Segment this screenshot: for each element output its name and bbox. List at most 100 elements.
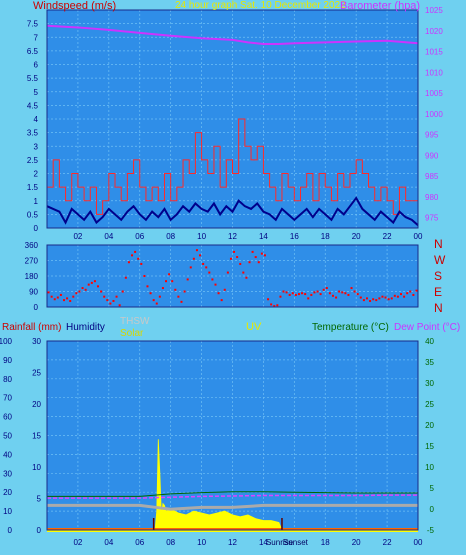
wind-x-tick-label: 08 (166, 232, 175, 241)
direction-point (165, 280, 168, 283)
direction-point (310, 293, 313, 296)
humidity-y-tick-label: 25 (32, 369, 41, 378)
direction-point (69, 299, 72, 302)
direction-y-tick-label: 0 (34, 303, 39, 312)
wind-y-tick-label: 7.5 (27, 20, 39, 29)
rain-y-tick-label: 40 (3, 450, 12, 459)
direction-point (47, 291, 50, 294)
direction-point (257, 261, 260, 264)
wind-x-tick-label: 06 (135, 232, 144, 241)
direction-point (202, 262, 205, 265)
direction-point (322, 288, 325, 291)
wind-y-tick-label: 0.5 (27, 210, 39, 219)
lower-x-tick-label: 02 (73, 538, 82, 547)
direction-point (106, 299, 109, 302)
baro-y-tick-label: 985 (425, 172, 439, 181)
direction-point (325, 287, 328, 290)
wind-x-tick-label: 04 (104, 232, 113, 241)
direction-point (248, 261, 251, 264)
direction-point (393, 294, 396, 297)
baro-y-tick-label: 980 (425, 193, 439, 202)
direction-point (208, 271, 211, 274)
temp-y-tick-label: 25 (425, 400, 434, 409)
direction-point (236, 256, 239, 259)
direction-point (372, 298, 375, 301)
direction-point (180, 300, 183, 303)
compass-e: E (434, 285, 442, 299)
direction-point (396, 295, 399, 298)
direction-point (313, 291, 316, 294)
direction-point (223, 288, 226, 291)
direction-point (359, 296, 362, 299)
direction-point (226, 271, 229, 274)
direction-point (152, 299, 155, 302)
wind-y-tick-label: 7 (34, 33, 39, 42)
temp-y-tick-label: 35 (425, 358, 434, 367)
wind-x-tick-label: 14 (259, 232, 268, 241)
wind-y-tick-label: 6.5 (27, 47, 39, 56)
rain-y-tick-label: 70 (3, 394, 12, 403)
thsw-label: THSW (120, 316, 150, 327)
weather-graph: Windspeed (m/s) 24 hour graph Sat. 10 De… (0, 0, 466, 555)
temp-y-tick-label: 10 (425, 463, 434, 472)
direction-point (242, 271, 245, 274)
baro-y-tick-label: 995 (425, 131, 439, 140)
wind-y-tick-label: 5 (34, 88, 39, 97)
direction-point (186, 278, 189, 281)
direction-point (378, 297, 381, 300)
graph-title: 24 hour graph Sat. 10 December 2022 (175, 0, 346, 11)
rain-y-tick-label: 20 (3, 488, 12, 497)
direction-point (291, 292, 294, 295)
direction-point (72, 295, 75, 298)
direction-point (344, 292, 347, 295)
direction-point (84, 288, 87, 291)
wind-y-tick-label: 5.5 (27, 74, 39, 83)
rain-y-tick-label: 0 (8, 526, 13, 535)
baro-y-tick-label: 1000 (425, 110, 443, 119)
rain-y-tick-label: 30 (3, 469, 12, 478)
direction-point (205, 266, 208, 269)
direction-point (350, 287, 353, 290)
direction-point (158, 295, 161, 298)
direction-point (214, 283, 217, 286)
lower-x-tick-label: 00 (414, 538, 423, 547)
direction-point (304, 293, 307, 296)
direction-point (384, 296, 387, 299)
direction-point (103, 295, 106, 298)
direction-point (316, 290, 319, 293)
direction-point (331, 294, 334, 297)
wind-y-tick-label: 2.5 (27, 156, 39, 165)
lower-x-tick-label: 08 (166, 538, 175, 547)
wind-y-tick-label: 0 (34, 224, 39, 233)
wind-x-tick-label: 12 (228, 232, 237, 241)
direction-point (78, 290, 81, 293)
direction-y-tick-label: 90 (29, 288, 38, 297)
direction-point (134, 250, 137, 253)
direction-point (56, 296, 59, 299)
wind-y-tick-label: 3.5 (27, 129, 39, 138)
baro-y-tick-label: 990 (425, 151, 439, 160)
compass-s: S (434, 269, 442, 283)
compass-n-bottom: N (434, 301, 443, 315)
wind-y-tick-label: 1.5 (27, 183, 39, 192)
rain-y-tick-label: 50 (3, 432, 12, 441)
baro-y-tick-label: 1025 (425, 6, 443, 15)
direction-point (270, 303, 273, 306)
baro-y-tick-label: 1010 (425, 68, 443, 77)
baro-y-tick-label: 1020 (425, 27, 443, 36)
direction-point (328, 292, 331, 295)
direction-point (260, 252, 263, 255)
baro-y-tick-label: 975 (425, 214, 439, 223)
direction-point (297, 293, 300, 296)
direction-point (353, 290, 356, 293)
direction-point (406, 292, 409, 295)
direction-point (220, 299, 223, 302)
humidity-y-tick-label: 5 (37, 495, 42, 504)
direction-point (140, 262, 143, 265)
direction-point (301, 292, 304, 295)
temperature-label: Temperature (°C) (312, 322, 389, 333)
direction-point (59, 293, 62, 296)
direction-y-tick-label: 360 (25, 241, 39, 250)
humidity-y-tick-label: 15 (32, 432, 41, 441)
direction-point (341, 291, 344, 294)
